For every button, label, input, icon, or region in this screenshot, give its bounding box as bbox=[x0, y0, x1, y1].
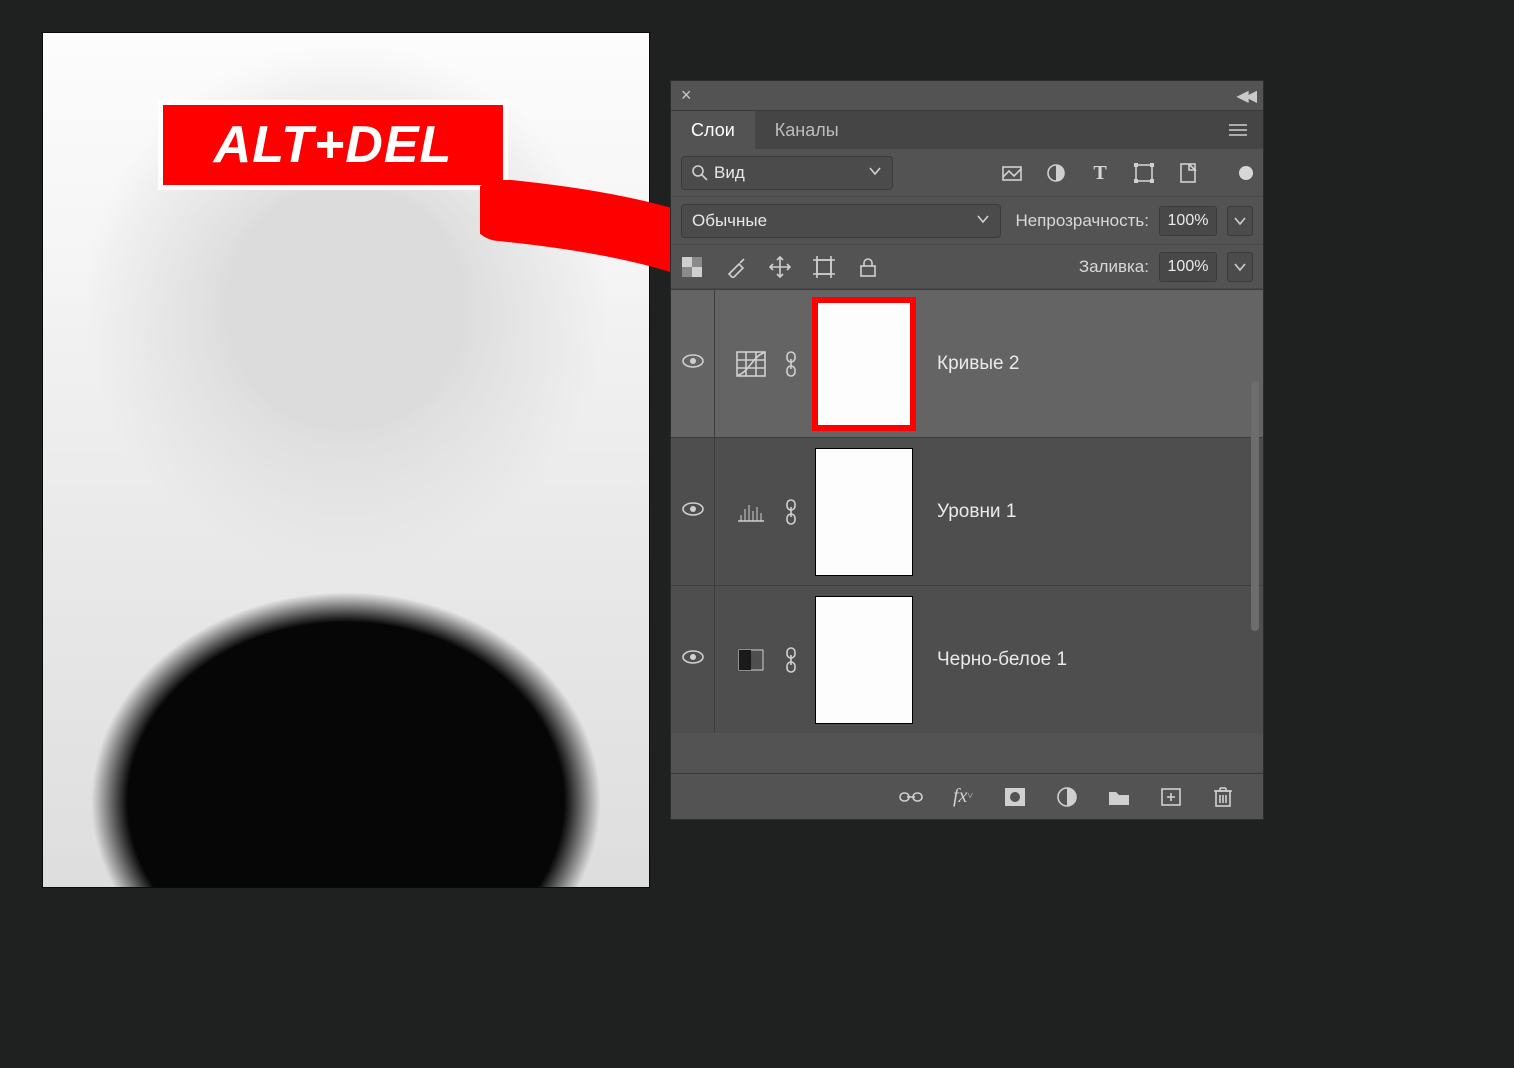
layer-filter-dropdown[interactable]: Вид bbox=[681, 156, 893, 190]
opacity-value[interactable]: 100% bbox=[1159, 206, 1217, 236]
layer-mask-thumbnail[interactable] bbox=[815, 448, 913, 576]
lock-all-icon[interactable] bbox=[857, 256, 879, 278]
chevron-down-icon bbox=[868, 163, 882, 183]
filter-toggle-switch[interactable] bbox=[1239, 166, 1253, 180]
fill-label: Заливка: bbox=[1079, 257, 1149, 277]
layer-row[interactable]: Черно-белое 1 bbox=[671, 585, 1263, 733]
layer-mask-thumbnail[interactable] bbox=[815, 596, 913, 724]
new-adjustment-layer-icon[interactable] bbox=[1055, 785, 1079, 809]
close-icon[interactable]: × bbox=[681, 85, 692, 106]
filter-pixel-icon[interactable] bbox=[1001, 162, 1023, 184]
lock-fill-row: Заливка: 100% bbox=[671, 245, 1263, 289]
collapse-panel-icon[interactable]: ◀◀ bbox=[1236, 86, 1253, 106]
lock-transparency-icon[interactable] bbox=[681, 256, 703, 278]
layer-list: Кривые 2 Уровни 1 Черно-белое 1 bbox=[671, 289, 1263, 733]
link-layers-icon[interactable] bbox=[899, 785, 923, 809]
layer-filter-row: Вид T bbox=[671, 149, 1263, 197]
blend-mode-dropdown[interactable]: Обычные bbox=[681, 204, 1001, 238]
add-mask-icon[interactable] bbox=[1003, 785, 1027, 809]
panel-scrollbar[interactable] bbox=[1251, 381, 1259, 631]
layer-mask-thumbnail[interactable] bbox=[815, 300, 913, 428]
layer-name-label[interactable]: Черно-белое 1 bbox=[927, 649, 1067, 671]
opacity-label: Непрозрачность: bbox=[1015, 211, 1149, 231]
filter-adjustment-icon[interactable] bbox=[1045, 162, 1067, 184]
panel-titlebar: × ◀◀ bbox=[671, 81, 1263, 111]
mask-link-icon[interactable] bbox=[781, 497, 801, 527]
fill-value[interactable]: 100% bbox=[1159, 252, 1217, 282]
new-group-icon[interactable] bbox=[1107, 785, 1131, 809]
layer-name-label[interactable]: Кривые 2 bbox=[927, 353, 1019, 375]
lock-position-icon[interactable] bbox=[769, 256, 791, 278]
visibility-eye-icon[interactable] bbox=[681, 648, 705, 671]
delete-layer-icon[interactable] bbox=[1211, 785, 1235, 809]
new-layer-icon[interactable] bbox=[1159, 785, 1183, 809]
curves-adjustment-icon bbox=[735, 351, 767, 377]
visibility-eye-icon[interactable] bbox=[681, 500, 705, 523]
filter-type-icon[interactable]: T bbox=[1089, 162, 1111, 184]
tab-layers[interactable]: Слои bbox=[671, 111, 755, 149]
layers-panel-footer: fx˅ bbox=[671, 773, 1263, 819]
layer-row[interactable]: Кривые 2 bbox=[671, 289, 1263, 437]
mask-link-icon[interactable] bbox=[781, 349, 801, 379]
tab-channels[interactable]: Каналы bbox=[755, 111, 859, 149]
mask-link-icon[interactable] bbox=[781, 645, 801, 675]
filter-smartobject-icon[interactable] bbox=[1177, 162, 1199, 184]
shortcut-overlay-badge: ALT+DEL bbox=[158, 100, 508, 190]
fill-slider-toggle[interactable] bbox=[1227, 252, 1253, 282]
levels-adjustment-icon bbox=[735, 499, 767, 525]
blackwhite-adjustment-icon bbox=[735, 647, 767, 673]
lock-artboard-icon[interactable] bbox=[813, 256, 835, 278]
lock-pixels-icon[interactable] bbox=[725, 256, 747, 278]
shortcut-overlay-text: ALT+DEL bbox=[214, 115, 453, 175]
opacity-slider-toggle[interactable] bbox=[1227, 206, 1253, 236]
layer-effects-icon[interactable]: fx˅ bbox=[951, 785, 975, 809]
layer-name-label[interactable]: Уровни 1 bbox=[927, 501, 1016, 523]
panel-tabs: Слои Каналы bbox=[671, 111, 1263, 149]
visibility-eye-icon[interactable] bbox=[681, 352, 705, 375]
filter-shape-icon[interactable] bbox=[1133, 162, 1155, 184]
chevron-down-icon bbox=[976, 211, 990, 231]
panel-menu-icon[interactable] bbox=[1213, 111, 1263, 149]
layers-panel: × ◀◀ Слои Каналы Вид T Обычные Непро bbox=[670, 80, 1264, 820]
blend-opacity-row: Обычные Непрозрачность: 100% bbox=[671, 197, 1263, 245]
layer-row[interactable]: Уровни 1 bbox=[671, 437, 1263, 585]
